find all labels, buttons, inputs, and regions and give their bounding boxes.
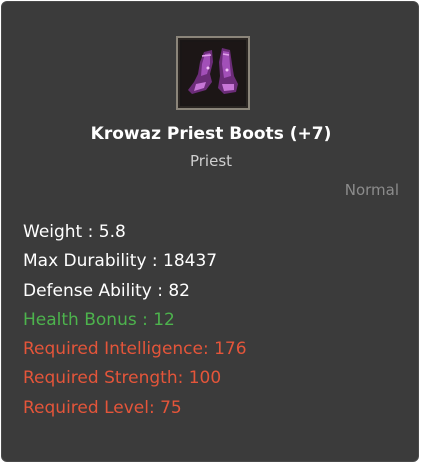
item-grade: Normal	[344, 181, 399, 199]
stat-required-level: Required Level: 75	[23, 397, 182, 418]
stat-required-strength: Required Strength: 100	[23, 368, 222, 389]
stat-max-durability: Max Durability : 18437	[23, 251, 218, 272]
item-tooltip: Krowaz Priest Boots (+7) Priest Normal W…	[1, 1, 419, 462]
stat-defense-ability: Defense Ability : 82	[23, 280, 190, 301]
boots-icon	[182, 42, 244, 104]
item-name: Krowaz Priest Boots (+7)	[90, 124, 332, 144]
item-stats: Weight : 5.8 Max Durability : 18437 Defe…	[23, 218, 247, 423]
stat-required-intelligence: Required Intelligence: 176	[23, 339, 247, 360]
stat-health-bonus: Health Bonus : 12	[23, 309, 175, 330]
item-class: Priest	[189, 152, 233, 170]
item-icon-frame	[176, 36, 250, 110]
stat-weight: Weight : 5.8	[23, 222, 126, 242]
